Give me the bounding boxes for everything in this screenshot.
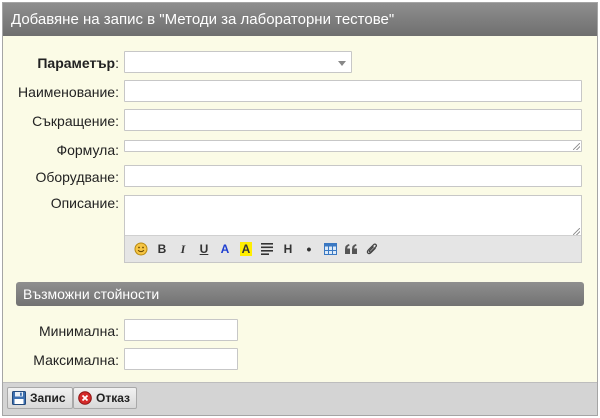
description-editor: B I U A A H • — [124, 195, 582, 263]
save-button[interactable]: Запис — [7, 387, 73, 409]
formula-textarea[interactable] — [124, 140, 582, 152]
formula-row: Формула: — [3, 138, 597, 162]
italic-button[interactable]: I — [173, 239, 193, 259]
name-row: Наименование: — [3, 80, 597, 104]
bold-button[interactable]: B — [152, 239, 172, 259]
formula-label: Формула: — [56, 142, 119, 158]
min-row: Минимална: — [3, 319, 597, 343]
description-label: Описание: — [50, 195, 119, 211]
align-justify-icon[interactable] — [257, 239, 277, 259]
resize-grip-icon[interactable] — [573, 143, 580, 150]
max-input[interactable] — [124, 348, 238, 370]
chevron-down-icon — [338, 61, 346, 66]
equipment-label: Оборудване: — [35, 169, 119, 185]
floppy-disk-icon — [12, 391, 26, 405]
cancel-button[interactable]: Отказ — [73, 387, 138, 409]
possible-values-header: Възможни стойности — [16, 282, 584, 306]
highlight-button[interactable]: A — [236, 239, 256, 259]
abbreviation-label: Съкращение: — [32, 113, 119, 129]
cancel-button-label: Отказ — [96, 391, 131, 405]
name-label: Наименование: — [18, 84, 119, 100]
cancel-circle-icon — [78, 391, 92, 405]
equipment-row: Оборудване: — [3, 165, 597, 189]
min-label: Минимална: — [38, 323, 119, 339]
max-label: Максимална: — [33, 352, 119, 368]
heading-button[interactable]: H — [278, 239, 298, 259]
min-input[interactable] — [124, 319, 238, 341]
text-color-button[interactable]: A — [215, 239, 235, 259]
paperclip-icon[interactable] — [362, 239, 382, 259]
add-record-dialog: Добавяне на запис в "Методи за лаборатор… — [2, 2, 598, 416]
underline-button[interactable]: U — [194, 239, 214, 259]
max-row: Максимална: — [3, 348, 597, 372]
quote-icon[interactable] — [341, 239, 361, 259]
editor-toolbar: B I U A A H • — [125, 235, 581, 262]
dialog-footer: Запис Отказ — [3, 382, 597, 415]
name-input[interactable] — [124, 80, 582, 102]
parameter-row: Параметър: — [3, 51, 597, 75]
equipment-input[interactable] — [124, 165, 582, 187]
smiley-icon[interactable] — [131, 239, 151, 259]
resize-grip-icon[interactable] — [573, 228, 580, 235]
description-textarea[interactable] — [125, 196, 581, 236]
parameter-label: Параметър: — [37, 55, 119, 71]
abbreviation-input[interactable] — [124, 109, 582, 131]
abbreviation-row: Съкращение: — [3, 109, 597, 133]
dialog-title: Добавяне на запис в "Методи за лаборатор… — [3, 3, 597, 36]
bullet-list-button[interactable]: • — [299, 239, 319, 259]
parameter-select[interactable] — [124, 51, 352, 73]
table-icon[interactable] — [320, 239, 340, 259]
description-row: Описание: B I U A A H • — [3, 195, 597, 263]
save-button-label: Запис — [30, 391, 66, 405]
